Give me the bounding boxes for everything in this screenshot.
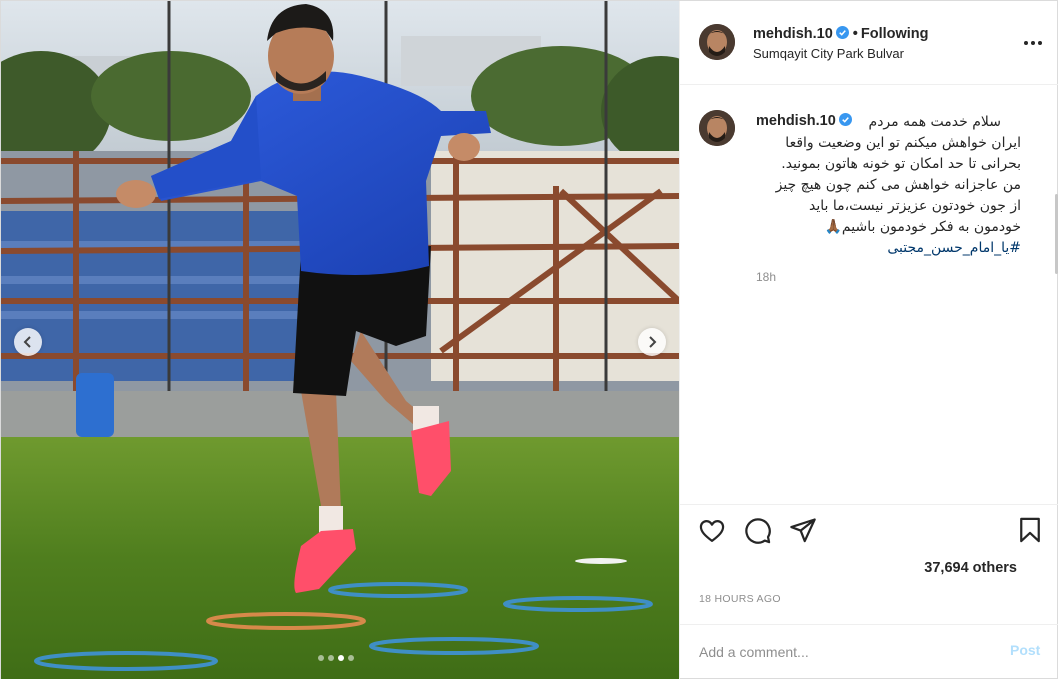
chevron-right-icon — [649, 336, 657, 348]
caption-line-4: من عاجزانه خواهش می کنم چون هیچ چیز — [775, 177, 1021, 193]
caption-line-5: از جون خودتون عزیزتر نیست،ما باید — [809, 198, 1021, 214]
training-photo-illustration — [1, 1, 679, 679]
caption-hashtag[interactable]: #یا_امام_حسن_مجتبی — [887, 240, 1021, 256]
following-button[interactable]: Following — [861, 26, 929, 42]
instagram-post: mehdish.10 • Following Sumqayit City Park … — [0, 0, 1058, 679]
next-slide-button[interactable] — [638, 328, 666, 356]
avatar-image — [699, 24, 735, 60]
verified-badge-icon — [835, 26, 849, 39]
caption-username-line: mehdish.10 — [756, 113, 852, 129]
caption-line-2: ایران خواهش میکنم تو این وضعیت واقعا — [785, 135, 1021, 151]
carousel-dot — [348, 655, 354, 661]
post-time[interactable]: 18 HOURS AGO — [699, 593, 781, 605]
comment-icon[interactable] — [744, 517, 772, 545]
caption-line-1: سلام خدمت همه مردم — [868, 114, 1001, 130]
heart-icon[interactable] — [698, 517, 726, 545]
bookmark-icon[interactable] — [1016, 516, 1044, 544]
post-side-panel: mehdish.10 • Following Sumqayit City Park … — [679, 1, 1058, 679]
carousel-indicator — [318, 655, 354, 661]
post-actions: 37,694 others 18 HOURS AGO — [680, 504, 1058, 624]
header-user-line: mehdish.10 • Following — [753, 26, 929, 42]
share-icon[interactable] — [789, 516, 817, 544]
add-comment-bar: Post — [680, 624, 1058, 679]
carousel-dot — [318, 655, 324, 661]
comments-section: mehdish.10 سلام خدمت همه مردم ایران خواه… — [680, 86, 1058, 504]
separator-dot: • — [852, 26, 858, 42]
carousel-dot — [328, 655, 334, 661]
caption-line-3: بحرانی تا حد امکان تو خونه هاتون بمونید. — [781, 156, 1021, 172]
post-photo[interactable] — [1, 1, 679, 679]
avatar-image — [699, 110, 735, 146]
caption-avatar[interactable] — [699, 110, 735, 146]
location-link[interactable]: Sumqayit City Park Bulvar — [753, 46, 904, 61]
chevron-left-icon — [23, 336, 31, 348]
username-link[interactable]: mehdish.10 — [753, 26, 833, 42]
caption-timestamp[interactable]: 18h — [756, 270, 776, 284]
previous-slide-button[interactable] — [14, 328, 42, 356]
comment-input[interactable] — [699, 640, 989, 664]
verified-badge-icon — [838, 113, 852, 126]
more-options-icon[interactable] — [1021, 33, 1045, 53]
post-comment-button[interactable]: Post — [1010, 642, 1040, 658]
likes-count[interactable]: 37,694 others — [924, 560, 1017, 576]
carousel-dot-active — [338, 655, 344, 661]
avatar[interactable] — [699, 24, 735, 60]
caption-line-6: خودمون به فکر خودمون باشیم🙏🏾 — [824, 219, 1022, 235]
caption-username[interactable]: mehdish.10 — [756, 113, 836, 129]
post-header: mehdish.10 • Following Sumqayit City Park … — [680, 1, 1058, 85]
